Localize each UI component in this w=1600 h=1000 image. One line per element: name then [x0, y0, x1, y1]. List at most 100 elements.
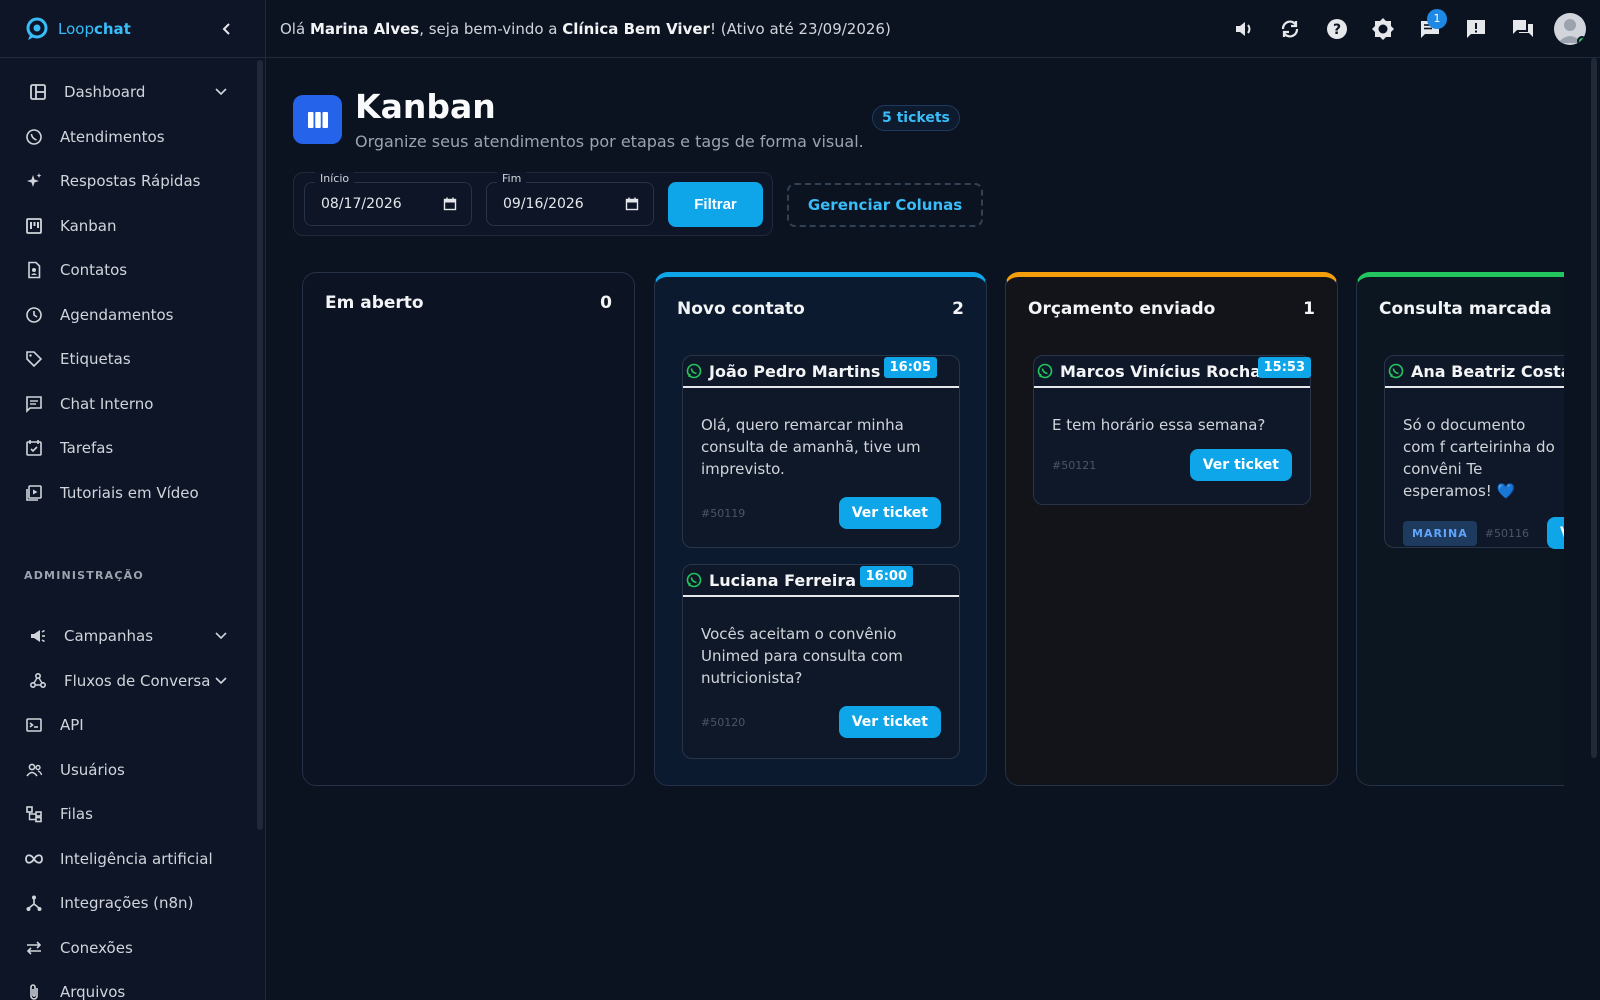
theme-toggle-button[interactable] — [1360, 9, 1407, 49]
sidebar: Loopchat Dashboard Atendimentos Resposta… — [0, 0, 266, 1000]
sidebar-item-etiquetas[interactable]: Etiquetas — [0, 337, 265, 382]
start-date-input[interactable]: Início 08/17/2026 — [304, 172, 472, 226]
contact-name: Luciana Ferreira — [709, 570, 857, 590]
sidebar-item-dashboard[interactable]: Dashboard — [0, 70, 265, 115]
time-badge: 15:53 — [1257, 357, 1311, 378]
sidebar-item-atendimentos[interactable]: Atendimentos — [0, 115, 265, 160]
ticket-id: #50120 — [701, 715, 746, 729]
column-title: Em aberto — [325, 293, 424, 313]
tasks-icon — [24, 438, 44, 458]
megaphone-icon — [28, 626, 48, 646]
topbar-actions: ? 1 — [1221, 8, 1586, 49]
sidebar-item-label: API — [60, 716, 84, 735]
chats-button[interactable] — [1500, 9, 1547, 49]
alerts-button[interactable] — [1453, 9, 1500, 49]
sidebar-item-tarefas[interactable]: Tarefas — [0, 426, 265, 471]
sidebar-item-label: Atendimentos — [60, 127, 165, 146]
sidebar-item-respostas-rapidas[interactable]: Respostas Rápidas — [0, 159, 265, 204]
main-scrollbar[interactable] — [1591, 58, 1597, 758]
sound-button[interactable] — [1221, 9, 1268, 49]
chats-icon — [1512, 19, 1533, 37]
column-title: Novo contato — [677, 299, 805, 319]
ticket-card[interactable]: Luciana Ferreira 16:00 Vocês aceitam o c… — [682, 564, 960, 759]
chevron-down-icon — [215, 632, 227, 640]
last-message: Só o documento com f carteirinha do conv… — [1403, 416, 1555, 500]
sidebar-item-usuarios[interactable]: Usuários — [0, 748, 265, 793]
end-date-label: Fim — [497, 172, 527, 185]
sidebar-item-label: Arquivos — [60, 983, 126, 1000]
users-icon — [24, 760, 44, 780]
ticket-card[interactable]: Ana Beatriz Costa Só o documento com f c… — [1384, 355, 1564, 549]
filter-button[interactable]: Filtrar — [668, 181, 763, 227]
collapse-sidebar-button[interactable] — [213, 15, 241, 43]
kanban-column-orcamento-enviado: Orçamento enviado 1 Marcos Vinícius Roch… — [1005, 272, 1338, 786]
sidebar-item-api[interactable]: API — [0, 703, 265, 748]
sidebar-item-label: Kanban — [60, 216, 117, 235]
paperclip-icon — [24, 982, 44, 1000]
column-count: 2 — [952, 299, 964, 319]
chevron-down-icon — [215, 88, 227, 96]
sidebar-item-tutoriais[interactable]: Tutoriais em Vídeo — [0, 471, 265, 516]
online-status-dot — [1577, 35, 1586, 45]
calendar-icon[interactable] — [625, 197, 639, 211]
refresh-icon — [1282, 20, 1299, 37]
view-ticket-button[interactable]: Ver ticket — [838, 497, 941, 529]
whatsapp-icon — [24, 127, 44, 147]
time-badge: 16:05 — [883, 357, 937, 378]
sidebar-item-fluxos[interactable]: Fluxos de Conversa — [0, 659, 265, 704]
last-message: Vocês aceitam o convênio Unimed para con… — [701, 625, 903, 687]
view-ticket-button[interactable]: Ver ticket — [1546, 517, 1564, 549]
contacts-icon — [24, 260, 44, 280]
help-button[interactable]: ? — [1314, 9, 1361, 49]
sidebar-item-label: Inteligência artificial — [60, 849, 213, 868]
sidebar-item-arquivos[interactable]: Arquivos — [0, 970, 265, 1000]
kanban-column-consulta-marcada: Consulta marcada Ana Beatriz Costa Só o … — [1356, 272, 1564, 786]
whatsapp-icon — [685, 571, 703, 589]
column-count: 1 — [1303, 299, 1315, 319]
sidebar-item-label: Fluxos de Conversa — [64, 671, 211, 690]
tag-icon — [24, 349, 44, 369]
sidebar-item-ia[interactable]: Inteligência artificial — [0, 837, 265, 882]
chat-icon — [24, 394, 44, 414]
page-subtitle: Organize seus atendimentos por etapas e … — [355, 132, 864, 151]
contact-name: Ana Beatriz Costa — [1411, 361, 1564, 381]
view-ticket-button[interactable]: Ver ticket — [838, 706, 941, 738]
user-avatar[interactable] — [1554, 12, 1586, 45]
sidebar-item-campanhas[interactable]: Campanhas — [0, 614, 265, 659]
logo-text-chat: chat — [93, 19, 131, 38]
view-ticket-button[interactable]: Ver ticket — [1189, 449, 1292, 481]
sidebar-item-label: Chat Interno — [60, 394, 154, 413]
sidebar-item-chat-interno[interactable]: Chat Interno — [0, 382, 265, 427]
sidebar-item-kanban[interactable]: Kanban — [0, 204, 265, 249]
sidebar-item-conexoes[interactable]: Conexões — [0, 926, 265, 971]
ticket-card[interactable]: Marcos Vinícius Rocha 15:53 E tem horári… — [1033, 355, 1311, 505]
sidebar-item-label: Agendamentos — [60, 305, 174, 324]
sidebar-item-label: Integrações (n8n) — [60, 894, 194, 913]
greeting-user-name: Marina Alves — [309, 19, 420, 38]
dashboard-icon — [28, 82, 48, 102]
sidebar-item-integracoes[interactable]: Integrações (n8n) — [0, 881, 265, 926]
ticket-card[interactable]: João Pedro Martins 16:05 Olá, quero rema… — [682, 355, 960, 548]
notifications-button[interactable]: 1 — [1407, 8, 1454, 49]
kanban-column-em-aberto: Em aberto 0 — [302, 272, 635, 786]
sidebar-item-label: Contatos — [60, 261, 128, 280]
notification-badge: 1 — [1427, 8, 1447, 29]
ticket-count-badge: 5 tickets — [872, 105, 960, 131]
manage-columns-button[interactable]: Gerenciar Colunas — [787, 183, 983, 227]
sidebar-item-filas[interactable]: Filas — [0, 792, 265, 837]
help-icon: ? — [1326, 18, 1347, 39]
main-menu: Dashboard Atendimentos Respostas Rápidas… — [0, 58, 265, 1000]
sidebar-item-label: Tutoriais em Vídeo — [60, 483, 199, 502]
refresh-button[interactable] — [1267, 9, 1314, 49]
kanban-icon — [24, 216, 44, 236]
sparkles-icon — [24, 171, 44, 191]
app-logo[interactable]: Loopchat — [24, 16, 131, 42]
sidebar-item-label: Usuários — [60, 760, 125, 779]
end-date-input[interactable]: Fim 09/16/2026 — [486, 172, 654, 226]
queue-icon — [24, 804, 44, 824]
page-header: Kanban Organize seus atendimentos por et… — [293, 86, 864, 151]
sidebar-header: Loopchat — [0, 0, 265, 58]
calendar-icon[interactable] — [443, 197, 457, 211]
sidebar-item-contatos[interactable]: Contatos — [0, 248, 265, 293]
sidebar-item-agendamentos[interactable]: Agendamentos — [0, 293, 265, 338]
